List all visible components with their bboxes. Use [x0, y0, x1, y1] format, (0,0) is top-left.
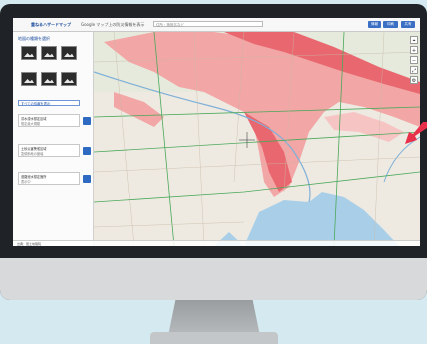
map-tile-road[interactable]: [21, 72, 37, 86]
layer-detail: 表示中: [21, 180, 31, 184]
share-button[interactable]: 共有: [401, 21, 415, 28]
map-tile-landslide[interactable]: [41, 46, 57, 60]
info-button[interactable]: 情報: [368, 21, 381, 28]
monitor-stand: [168, 300, 260, 336]
map-tile-terrain[interactable]: [41, 72, 57, 86]
layer-card[interactable]: 道路冠水想定箇所 表示中: [18, 172, 80, 185]
app-subtitle: Google マップ上の防災情報を表示: [81, 22, 145, 27]
layer-detail: 想定最大規模: [21, 122, 41, 126]
search-input[interactable]: 住所・施設名など: [153, 21, 263, 27]
monitor-chin: [0, 258, 427, 300]
print-button[interactable]: 印刷: [383, 21, 398, 28]
hazard-map[interactable]: [94, 32, 420, 246]
layer-toggle-button[interactable]: [83, 117, 91, 125]
zoom-out-icon[interactable]: −: [410, 56, 418, 64]
map-tile-flood[interactable]: [21, 46, 37, 60]
screen: 重ねるハザードマップ Google マップ上の防災情報を表示 住所・施設名など …: [13, 18, 420, 246]
show-all-link[interactable]: すべての情報を表示: [18, 100, 80, 106]
pointer-arrow-icon: [405, 122, 427, 144]
app-title: 重ねるハザードマップ: [31, 22, 71, 27]
layer-card[interactable]: 土砂災害警戒区域 急傾斜地の崩壊: [18, 144, 80, 157]
sidebar: 地図の種類を選択 すべての情報を表示 洪水浸水想定区域 想定最大規模 土砂災害警…: [13, 32, 94, 246]
monitor-base: [150, 332, 278, 344]
app-header: 重ねるハザードマップ Google マップ上の防災情報を表示 住所・施設名など …: [13, 18, 420, 32]
sidebar-heading: 地図の種類を選択: [18, 36, 50, 41]
settings-icon[interactable]: ⚙: [410, 76, 418, 84]
status-bar: 出典：国土地理院: [13, 240, 420, 246]
map-tile-tsunami[interactable]: [61, 46, 77, 60]
layer-detail: 急傾斜地の崩壊: [21, 152, 44, 156]
map-tile-storm-surge[interactable]: [61, 72, 77, 86]
locate-icon[interactable]: ⌖: [410, 36, 418, 44]
map-tools: ⌖ + − ⤢ ⚙: [410, 36, 418, 106]
zoom-in-icon[interactable]: +: [410, 46, 418, 54]
layer-toggle-button[interactable]: [83, 147, 91, 155]
fullscreen-icon[interactable]: ⤢: [410, 66, 418, 74]
layer-card[interactable]: 洪水浸水想定区域 想定最大規模: [18, 114, 80, 127]
layer-toggle-button[interactable]: [83, 175, 91, 183]
